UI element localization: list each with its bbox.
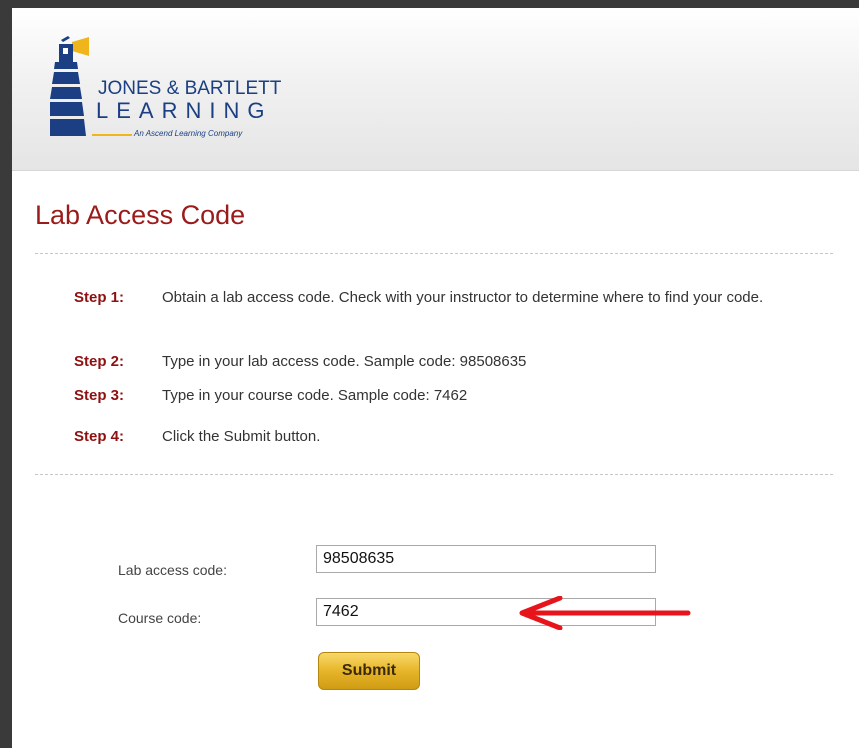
step-label: Step 2: bbox=[74, 353, 125, 370]
logo-rule bbox=[92, 134, 132, 136]
lab-access-code-input[interactable] bbox=[316, 545, 656, 573]
step-label: Step 4: bbox=[74, 428, 125, 445]
logo-tagline: An Ascend Learning Company bbox=[134, 129, 243, 138]
logo-brand-line1: JONES & BARTLETT bbox=[98, 78, 282, 99]
jones-bartlett-logo[interactable]: JONES & BARTLETT LEARNING An Ascend Lear… bbox=[50, 36, 300, 146]
submit-button[interactable]: Submit bbox=[318, 652, 420, 690]
lighthouse-icon bbox=[50, 36, 89, 136]
left-arrow-icon bbox=[519, 596, 691, 630]
browser-content: JONES & BARTLETT LEARNING An Ascend Lear… bbox=[12, 8, 859, 748]
step-text: Click the Submit button. bbox=[162, 428, 321, 445]
divider bbox=[35, 253, 833, 254]
step-label: Step 3: bbox=[74, 387, 125, 404]
page-title: Lab Access Code bbox=[35, 200, 246, 230]
step-text: Type in your lab access code. Sample cod… bbox=[162, 353, 527, 370]
site-header: JONES & BARTLETT LEARNING An Ascend Lear… bbox=[12, 8, 859, 171]
lab-access-code-label: Lab access code: bbox=[118, 562, 227, 578]
logo-brand-line2: LEARNING bbox=[96, 98, 273, 123]
course-code-label: Course code: bbox=[118, 610, 202, 626]
step-label: Step 1: bbox=[74, 289, 125, 306]
step-text: Type in your course code. Sample code: 7… bbox=[162, 387, 468, 404]
step-text: Obtain a lab access code. Check with you… bbox=[162, 289, 764, 306]
divider bbox=[35, 474, 833, 475]
